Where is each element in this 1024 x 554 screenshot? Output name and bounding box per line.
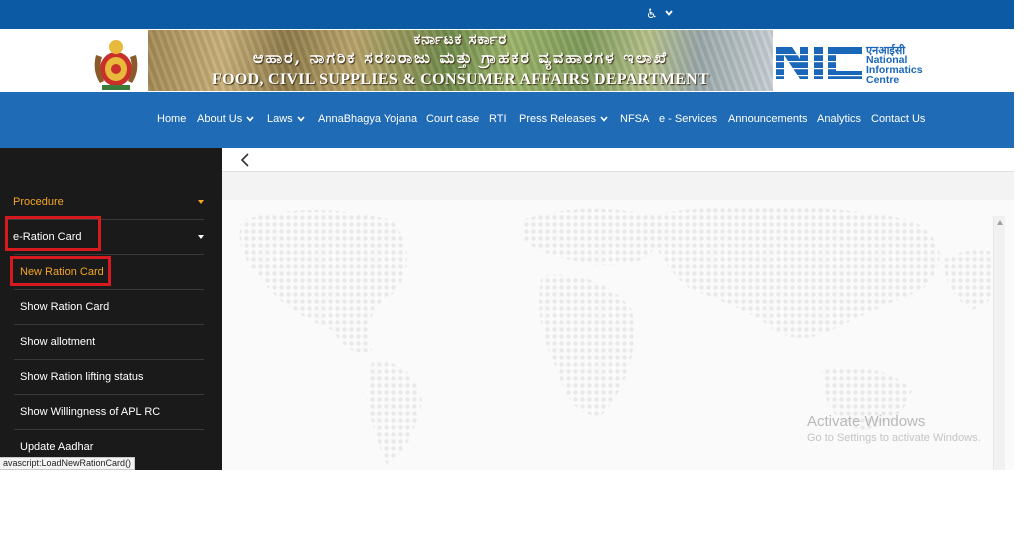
vertical-scrollbar[interactable] bbox=[993, 216, 1005, 470]
caret-down-icon bbox=[198, 235, 204, 239]
sidebar-item-label: Show allotment bbox=[20, 336, 96, 348]
banner-english-department: FOOD, CIVIL SUPPLIES & CONSUMER AFFAIRS … bbox=[212, 71, 709, 88]
content-toolbar bbox=[222, 148, 1014, 172]
sidebar-item-label: Procedure bbox=[13, 196, 64, 208]
nav-label: NFSA bbox=[620, 113, 650, 125]
sidebar-item-label: Show Ration Card bbox=[20, 301, 110, 313]
accessibility-icon[interactable]: ♿ bbox=[646, 7, 658, 22]
nav-label: Analytics bbox=[817, 113, 862, 125]
nav-label: About Us bbox=[197, 113, 243, 125]
chevron-down-icon[interactable] bbox=[664, 8, 674, 18]
chevron-down-icon bbox=[246, 116, 254, 122]
banner-kannada-title: ಕರ್ನಾಟಕ ಸರ್ಕಾರ bbox=[413, 30, 508, 48]
scroll-up-arrow-icon[interactable] bbox=[997, 220, 1003, 225]
nav-item-laws[interactable]: Laws bbox=[267, 113, 305, 125]
nav-label: RTI bbox=[489, 113, 507, 125]
nav-item-contact-us[interactable]: Contact Us bbox=[871, 113, 925, 125]
nav-label: AnnaBhagya Yojana bbox=[318, 113, 418, 125]
nav-item-court-case[interactable]: Court case bbox=[426, 113, 479, 125]
nav-label: Announcements bbox=[728, 113, 808, 125]
main-navbar: Home About Us Laws AnnaBhagya Yojana Cou… bbox=[0, 92, 1014, 148]
link-status-bar: avascript:LoadNewRationCard() bbox=[0, 457, 136, 470]
sidebar-item-show-willingness-of-apl-rc[interactable]: Show Willingness of APL RC bbox=[0, 394, 222, 429]
sidebar: Procedure e-Ration Card New Ration Card … bbox=[0, 148, 222, 470]
nic-text-line3: Centre bbox=[866, 74, 900, 86]
activate-windows-title: Activate Windows bbox=[807, 413, 926, 430]
nav-label: Laws bbox=[267, 113, 293, 125]
nav-item-press-releases[interactable]: Press Releases bbox=[519, 113, 608, 125]
banner-kannada-department: ಆಹಾರ, ನಾಗರಿಕ ಸರಬರಾಜು ಮತ್ತು ಗ್ರಾಹಕರ ವ್ಯವಹ… bbox=[252, 48, 669, 67]
top-utility-bar: ♿ bbox=[0, 0, 1014, 29]
sidebar-item-show-ration-card[interactable]: Show Ration Card bbox=[0, 289, 222, 324]
nav-item-nfsa[interactable]: NFSA bbox=[620, 113, 649, 125]
nav-label: Press Releases bbox=[519, 113, 597, 125]
nav-label: Contact Us bbox=[871, 113, 926, 125]
department-banner-image: ಕರ್ನಾಟಕ ಸರ್ಕಾರ ಆಹಾರ, ನಾಗರಿಕ ಸರಬರಾಜು ಮತ್ತ… bbox=[148, 30, 773, 91]
nav-item-analytics[interactable]: Analytics bbox=[817, 113, 861, 125]
sidebar-item-label: Show Ration lifting status bbox=[20, 371, 144, 383]
chevron-left-icon[interactable] bbox=[240, 153, 250, 167]
main-content: Activate Windows Go to Settings to activ… bbox=[222, 148, 1014, 470]
sidebar-item-show-allotment[interactable]: Show allotment bbox=[0, 324, 222, 359]
nav-label: e - Services bbox=[659, 113, 718, 125]
activate-windows-subtitle: Go to Settings to activate Windows. bbox=[807, 432, 981, 444]
nav-item-about-us[interactable]: About Us bbox=[197, 113, 254, 125]
annotation-highlight-e-ration-card bbox=[5, 216, 101, 251]
sidebar-item-procedure[interactable]: Procedure bbox=[0, 184, 222, 219]
sidebar-item-label: Show Willingness of APL RC bbox=[20, 406, 161, 418]
content-header-strip bbox=[222, 172, 1014, 200]
nav-item-annabhagya-yojana[interactable]: AnnaBhagya Yojana bbox=[318, 113, 417, 125]
nav-label: Home bbox=[157, 113, 187, 125]
caret-down-icon bbox=[198, 200, 204, 204]
sidebar-item-label: Update Aadhar bbox=[20, 441, 94, 453]
karnataka-emblem-icon bbox=[94, 40, 138, 90]
nic-logo-icon bbox=[776, 47, 862, 79]
nav-item-e-services[interactable]: e - Services bbox=[659, 113, 717, 125]
nav-item-rti[interactable]: RTI bbox=[489, 113, 507, 125]
annotation-highlight-new-ration-card bbox=[10, 256, 111, 286]
chevron-down-icon bbox=[297, 116, 305, 122]
sidebar-item-show-ration-lifting-status[interactable]: Show Ration lifting status bbox=[0, 359, 222, 394]
chevron-down-icon bbox=[600, 116, 608, 122]
nav-item-announcements[interactable]: Announcements bbox=[728, 113, 808, 125]
nav-item-home[interactable]: Home bbox=[157, 113, 186, 125]
nav-label: Court case bbox=[426, 113, 480, 125]
